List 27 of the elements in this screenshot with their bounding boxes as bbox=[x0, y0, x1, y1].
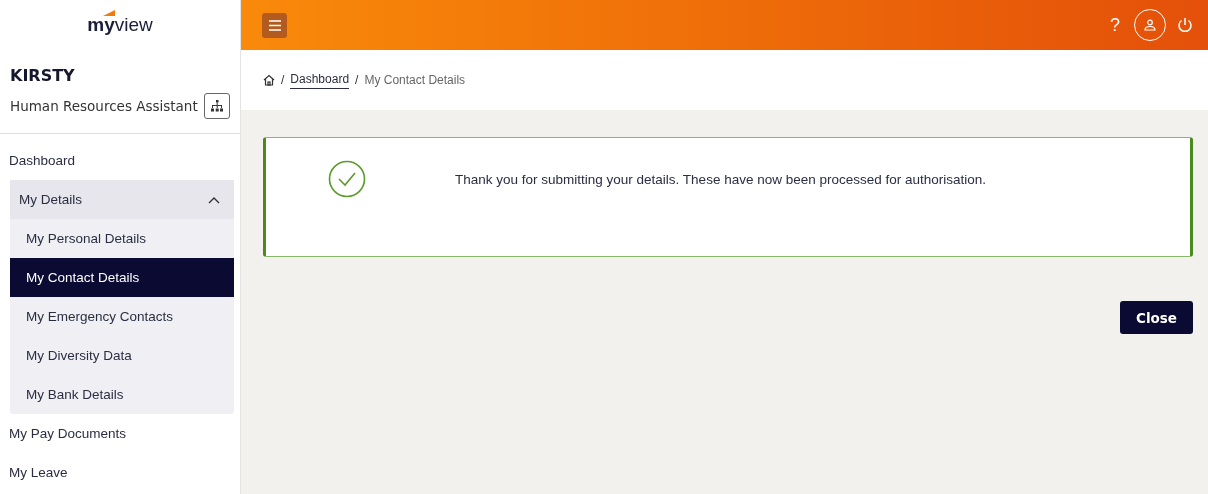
nav-item[interactable]: My Leave bbox=[0, 453, 240, 492]
power-button[interactable] bbox=[1176, 16, 1194, 34]
user-role: Human Resources Assistant bbox=[10, 98, 198, 114]
check-circle-icon bbox=[328, 160, 366, 198]
chevron-icon bbox=[208, 195, 220, 204]
breadcrumb-current: My Contact Details bbox=[364, 73, 466, 87]
nav-subitem[interactable]: My Diversity Data bbox=[10, 336, 234, 375]
alert-message: Thank you for submitting your details. These have now been processed for authorisation. bbox=[455, 172, 987, 187]
org-chart-button[interactable] bbox=[203, 93, 230, 119]
help-button[interactable]: ? bbox=[1106, 14, 1124, 36]
nav-subitem[interactable]: My Contact Details bbox=[10, 258, 234, 297]
org-chart-icon bbox=[210, 100, 223, 112]
person-icon bbox=[1144, 19, 1156, 31]
breadcrumb-separator: / bbox=[281, 73, 285, 87]
breadcrumb-link[interactable]: Dashboard bbox=[290, 71, 350, 89]
user-name: KIRSTY bbox=[9, 65, 76, 85]
home-icon[interactable] bbox=[263, 74, 275, 86]
nav-subitem[interactable]: My Personal Details bbox=[10, 219, 234, 258]
nav-subitem[interactable]: My Emergency Contacts bbox=[10, 297, 234, 336]
nav-item[interactable]: My Pay Documents bbox=[0, 414, 240, 453]
breadcrumb-separator: / bbox=[355, 73, 359, 87]
nav-subitem[interactable]: My Bank Details bbox=[10, 375, 234, 414]
menu-icon bbox=[268, 19, 281, 31]
menu-button[interactable] bbox=[262, 12, 287, 38]
nav-group-item[interactable]: My Details bbox=[10, 180, 234, 219]
nav-item[interactable]: Dashboard bbox=[0, 141, 240, 180]
close-button[interactable]: Close bbox=[1120, 301, 1193, 334]
